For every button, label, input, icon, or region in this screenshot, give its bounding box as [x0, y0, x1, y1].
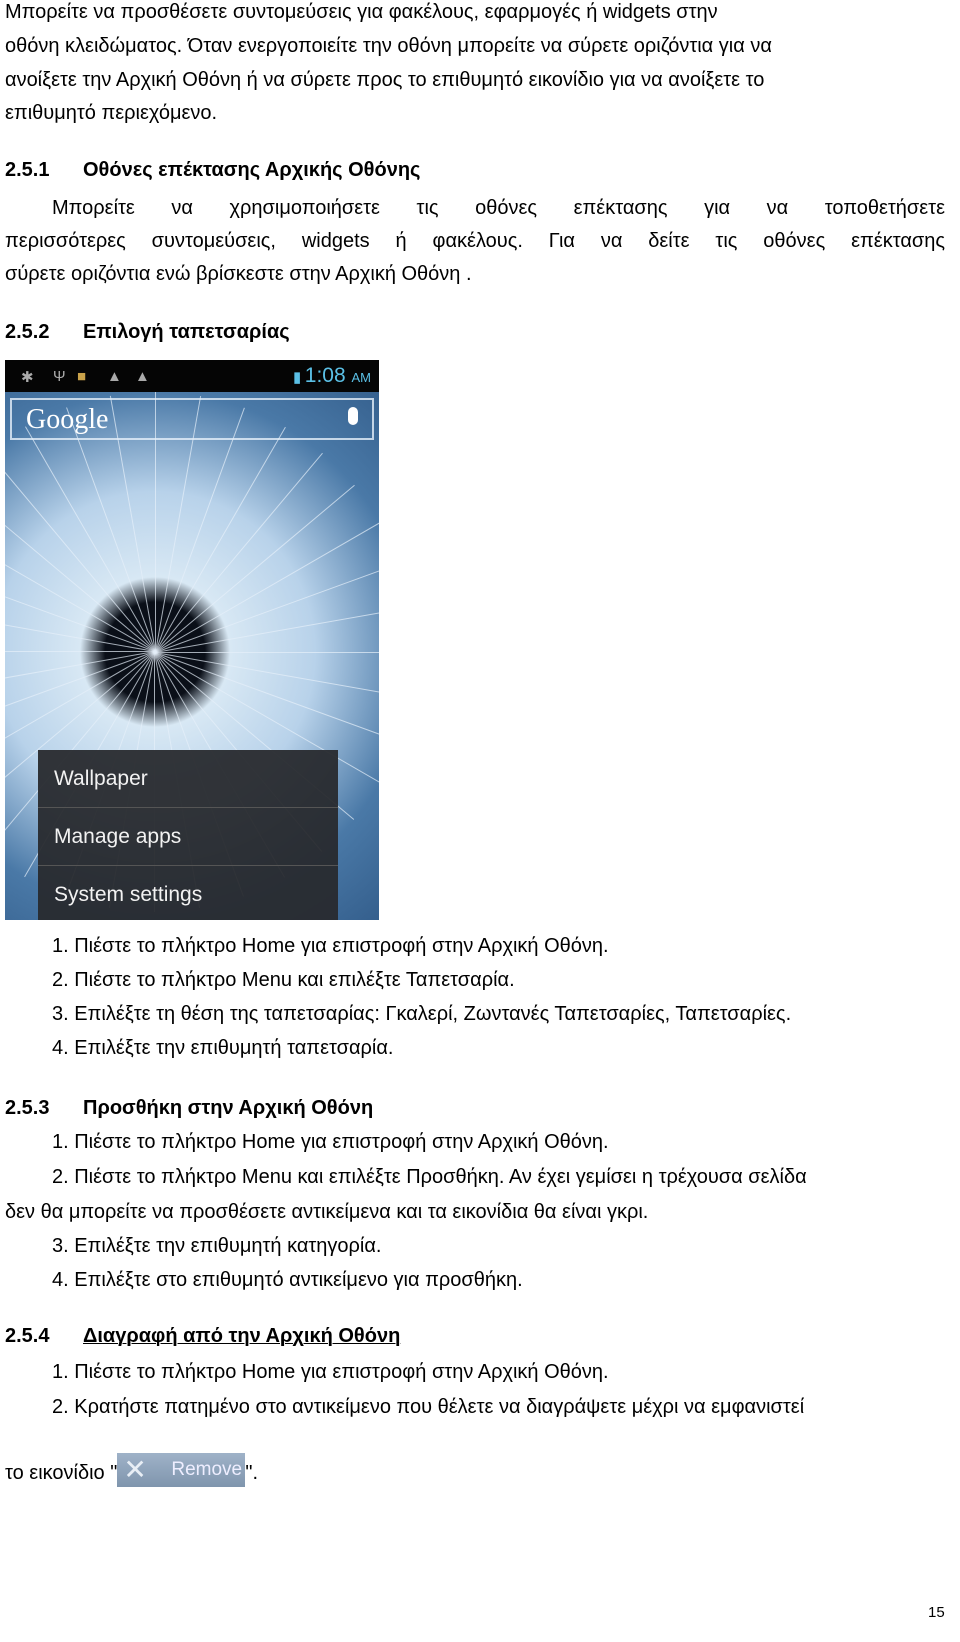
section-heading-2-5-1: 2.5.1 Οθόνες επέκτασης Αρχικής Οθόνης: [5, 158, 420, 182]
list-item: 3. Επιλέξτε τη θέση της ταπετσαρίας: Γκα…: [52, 1003, 792, 1025]
text: το εικονίδιο ": [5, 1462, 118, 1484]
remove-label: Remove: [171, 1459, 243, 1480]
android-icon: ✱: [21, 369, 34, 386]
dandelion-ray: [154, 652, 379, 742]
battery-icon: ▮: [293, 369, 302, 386]
list-item: 1. Πιέστε το πλήκτρο Home για επιστροφή …: [52, 1131, 609, 1153]
list-item: 4. Επιλέξτε την επιθυμητή ταπετσαρία.: [52, 1037, 394, 1059]
dandelion-ray: [5, 651, 155, 652]
section-title: Οθόνες επέκτασης Αρχικής Οθόνης: [83, 159, 421, 181]
microphone-icon: [348, 407, 358, 425]
text-line: Μπορείτε να προσθέσετε συντομεύσεις για …: [5, 1, 718, 23]
warning-icon: ▲: [135, 368, 150, 385]
google-search-bar: Google: [10, 398, 374, 440]
text-line: ανοίξετε την Αρχική Οθόνη ή να σύρετε πρ…: [5, 69, 765, 91]
section-number: 2.5.3: [5, 1097, 50, 1119]
phone-screenshot: ✱ Ψ ■ ▲ ▲ ▮ 1:08 AM Google Wallpaper Man…: [5, 360, 379, 920]
dandelion-ray: [155, 452, 323, 653]
list-item: 1. Πιέστε το πλήκτρο Home για επιστροφή …: [52, 935, 609, 957]
document-page: Μπορείτε να προσθέσετε συντομεύσεις για …: [0, 0, 960, 1642]
section-number: 2.5.2: [5, 321, 50, 343]
text-line: σύρετε οριζόντια ενώ βρίσκεστε στην Αρχι…: [5, 263, 472, 285]
options-menu: Wallpaper Manage apps System settings: [38, 750, 338, 920]
clock: 1:08 AM: [304, 364, 371, 387]
list-item: 2. Πιέστε το πλήκτρο Menu και επιλέξτε Τ…: [52, 969, 515, 991]
section-title: Διαγραφή από την Αρχική Οθόνη: [83, 1325, 401, 1347]
section-heading-2-5-4: 2.5.4 Διαγραφή από την Αρχική Οθόνη: [5, 1324, 400, 1348]
page-number: 15: [928, 1604, 945, 1621]
warning-icon: ▲: [107, 368, 122, 385]
clipboard-icon: ■: [77, 368, 87, 385]
list-item: 2. Κρατήστε πατημένο στο αντικείμενο που…: [52, 1396, 805, 1418]
google-logo: Google: [26, 404, 109, 435]
dandelion-ray: [155, 606, 379, 653]
status-bar: ✱ Ψ ■ ▲ ▲ ▮ 1:08 AM: [5, 360, 379, 392]
menu-item-wallpaper: Wallpaper: [38, 750, 338, 808]
remove-icon-image: ✕ Remove: [117, 1453, 246, 1487]
menu-item-system-settings: System settings: [54, 883, 203, 906]
close-icon: ✕: [123, 1454, 147, 1485]
text-line: Μπορείτε να χρησιμοποιήσετε τις οθόνες ε…: [52, 197, 945, 219]
dandelion-ray: [155, 563, 379, 653]
dandelion-ray: [155, 652, 379, 653]
text-line: το εικονίδιο " ✕ Remove ".: [5, 1453, 258, 1487]
menu-item-manage-apps: Manage apps: [38, 808, 338, 866]
text-line: οθόνη κλειδώματος. Όταν ενεργοποιείτε τη…: [5, 35, 772, 57]
text: ".: [245, 1462, 258, 1484]
text-line: επιθυμητό περιεχόμενο.: [5, 102, 218, 124]
list-item: 1. Πιέστε το πλήκτρο Home για επιστροφή …: [52, 1361, 609, 1383]
dandelion-ray: [155, 407, 245, 653]
section-number: 2.5.1: [5, 159, 50, 181]
list-item: 2. Πιέστε το πλήκτρο Menu και επιλέξτε Π…: [52, 1166, 807, 1188]
text-line: δεν θα μπορείτε να προσθέσετε αντικείμεν…: [5, 1201, 649, 1223]
text-line: περισσότερες συντομεύσεις, widgets ή φακ…: [5, 230, 945, 252]
section-title: Προσθήκη στην Αρχική Οθόνη: [83, 1097, 374, 1119]
section-heading-2-5-2: 2.5.2 Επιλογή ταπετσαρίας: [5, 320, 290, 344]
usb-icon: Ψ: [53, 368, 66, 385]
list-item: 3. Επιλέξτε την επιθυμητή κατηγορία.: [52, 1235, 382, 1257]
section-number: 2.5.4: [5, 1325, 50, 1347]
section-heading-2-5-3: 2.5.3 Προσθήκη στην Αρχική Οθόνη: [5, 1096, 373, 1120]
list-item: 4. Επιλέξτε στο επιθυμητό αντικείμενο γι…: [52, 1269, 523, 1291]
section-title: Επιλογή ταπετσαρίας: [83, 321, 290, 343]
dandelion-ray: [5, 452, 156, 652]
